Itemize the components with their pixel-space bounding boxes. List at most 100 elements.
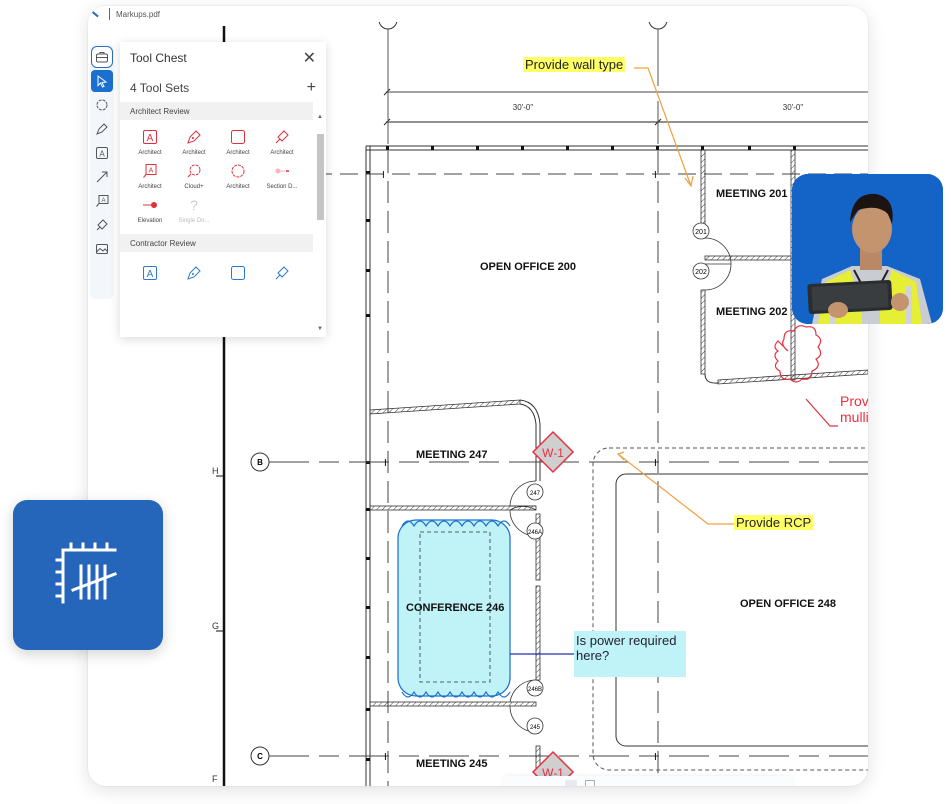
door-tag: 247: [530, 491, 541, 497]
tool-item[interactable]: ? Single Do...: [172, 196, 216, 224]
elevation-marker-icon: [143, 202, 157, 208]
door-tag: 202: [695, 269, 707, 276]
tool-item[interactable]: Cloud+: [172, 162, 216, 190]
toolbox-icon: [96, 52, 108, 63]
callout-mullion-line2: mulli: [840, 409, 868, 425]
tool-label: Section D...: [266, 184, 298, 190]
tool-label: Architect: [138, 150, 162, 156]
callout-mullion-line1: Prov: [840, 393, 868, 409]
tool-item[interactable]: A: [128, 264, 172, 286]
svg-text:I: I: [654, 752, 657, 763]
scroll-up-icon[interactable]: ▲: [317, 114, 323, 120]
tool-item[interactable]: Architect: [216, 128, 260, 156]
svg-text:I: I: [382, 170, 385, 181]
highlighter-icon: [96, 219, 108, 231]
tool-item[interactable]: Elevation: [128, 196, 172, 224]
tool-item[interactable]: Architect: [216, 162, 260, 190]
measurement-takeoff-icon: [55, 542, 117, 604]
app-window: I I 201 202 B I I 247 246A 246B 245 C I …: [88, 6, 868, 786]
room-label: MEETING 247: [416, 449, 488, 461]
page-icon[interactable]: [585, 780, 595, 786]
svg-text:A: A: [147, 269, 154, 280]
tool-chest-button[interactable]: [91, 46, 113, 68]
highlighter-icon: [275, 130, 289, 144]
cursor-arrow-icon: [97, 75, 108, 88]
tool-item[interactable]: A Architect: [128, 162, 172, 190]
tool-item[interactable]: Section D...: [260, 162, 304, 190]
unknown-icon: ?: [190, 197, 198, 213]
callout-rcp[interactable]: Provide RCP: [734, 515, 814, 530]
bottom-toolbar[interactable]: [503, 776, 793, 786]
svg-text:A: A: [149, 168, 154, 175]
room-label: MEETING 202: [716, 306, 788, 318]
room-label: MEETING 201: [716, 188, 788, 200]
section-header-architect[interactable]: Architect Review: [120, 102, 313, 120]
svg-text:W-1: W-1: [542, 446, 564, 460]
scroll-down-icon[interactable]: ▼: [317, 326, 323, 332]
tool-item[interactable]: Architect: [260, 128, 304, 156]
arrow-tool-button[interactable]: [91, 166, 113, 188]
grid-bubble-label: B: [257, 458, 263, 467]
svg-text:A: A: [147, 133, 154, 144]
tool-label: Architect: [270, 150, 294, 156]
scroll-thumb[interactable]: [317, 134, 324, 220]
tool-item[interactable]: [260, 264, 304, 286]
text-box-icon: A: [143, 266, 157, 280]
door-tag: 245: [530, 725, 541, 731]
tool-label: Architect: [226, 150, 250, 156]
level-mark: F: [212, 774, 218, 784]
text-tool-button[interactable]: A: [91, 142, 113, 164]
door-tag: 246B: [528, 687, 542, 693]
image-tool-button[interactable]: [91, 238, 113, 260]
tool-sets-count: 4 Tool Sets: [130, 81, 190, 95]
contractor-tool-grid: A: [120, 252, 313, 290]
svg-text:I: I: [384, 458, 387, 469]
room-label: CONFERENCE 246: [406, 602, 505, 614]
callout-wall-type[interactable]: Provide wall type: [523, 57, 626, 72]
photo-card: [792, 174, 943, 324]
rectangle-icon: [231, 266, 245, 280]
image-icon: [96, 244, 108, 254]
close-icon[interactable]: ✕: [303, 48, 316, 68]
callout-mullion[interactable]: Prov mulli: [840, 393, 868, 425]
cloud-plus-icon: [187, 164, 201, 178]
rectangle-icon: [231, 130, 245, 144]
section-header-contractor[interactable]: Contractor Review: [120, 234, 313, 252]
pen-icon: [96, 123, 108, 135]
tool-chest-title: Tool Chest: [130, 51, 187, 65]
page-view-icon[interactable]: [565, 780, 577, 786]
back-icon[interactable]: [91, 10, 99, 18]
callout-power[interactable]: Is power required here?: [574, 631, 686, 677]
pen-icon: [187, 266, 201, 280]
callout-icon: A: [96, 195, 109, 207]
feature-badge: [13, 500, 163, 650]
highlighter-icon: [275, 266, 289, 280]
left-toolbar: A A: [90, 44, 114, 299]
level-mark: G: [212, 621, 219, 631]
tool-item[interactable]: [216, 264, 260, 286]
highlighter-tool-button[interactable]: [91, 214, 113, 236]
tool-item[interactable]: A Architect: [128, 128, 172, 156]
text-box-icon: A: [96, 147, 108, 159]
wall-tag-w1[interactable]: W-1: [531, 430, 575, 474]
cloud-shape-icon: [96, 99, 108, 111]
divider: [109, 8, 110, 20]
add-tool-set-icon[interactable]: +: [307, 79, 316, 97]
tool-item[interactable]: [172, 264, 216, 286]
door-tag: 246A: [528, 530, 542, 536]
room-label: OPEN OFFICE 248: [740, 598, 836, 610]
tool-chest-scrollbar[interactable]: ▲ ▼: [316, 114, 324, 332]
cloud-shape-icon: [231, 164, 245, 178]
architect-tool-grid: A Architect Architect Architect Architec…: [120, 120, 313, 228]
callout-power-line1: Is power required: [576, 633, 677, 648]
room-label: OPEN OFFICE 200: [480, 261, 576, 273]
callout-tool-button[interactable]: A: [91, 190, 113, 212]
pen-tool-button[interactable]: [91, 118, 113, 140]
cloud-tool-button[interactable]: [91, 94, 113, 116]
section-marker-icon: [275, 168, 289, 174]
text-box-icon: A: [143, 130, 157, 144]
svg-text:A: A: [101, 198, 105, 204]
file-name: Markups.pdf: [116, 9, 161, 19]
select-tool-button[interactable]: [91, 70, 113, 92]
tool-item[interactable]: Architect: [172, 128, 216, 156]
